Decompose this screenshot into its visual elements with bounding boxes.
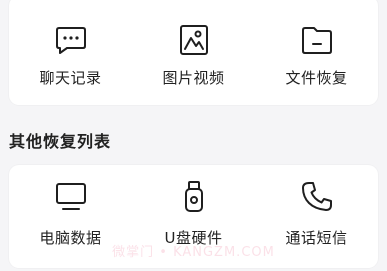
other-recovery-card: 电脑数据 U盘硬件 通话短信 (9, 165, 378, 268)
file-recovery-tile[interactable]: 文件恢复 (255, 0, 378, 105)
usb-drive-icon (184, 181, 203, 212)
file-recovery-label: 文件恢复 (285, 69, 348, 87)
recovery-page: 聊天记录 图片视频 文件恢复 其他恢复列表 电脑数据 U盘硬件 通话短信 微掌门… (0, 0, 387, 271)
computer-data-label: 电脑数据 (39, 229, 102, 247)
computer-data-tile[interactable]: 电脑数据 (9, 165, 132, 268)
chat-icon (55, 27, 86, 54)
chat-history-tile[interactable]: 聊天记录 (9, 0, 132, 105)
photo-video-tile[interactable]: 图片视频 (132, 0, 255, 105)
usb-drive-tile[interactable]: U盘硬件 (132, 165, 255, 268)
other-recovery-title: 其他恢复列表 (9, 132, 112, 151)
image-icon (179, 25, 208, 55)
chat-history-label: 聊天记录 (39, 69, 102, 87)
photo-video-label: 图片视频 (162, 69, 225, 87)
usb-drive-label: U盘硬件 (164, 229, 223, 247)
monitor-icon (55, 183, 86, 210)
calls-sms-label: 通话短信 (285, 229, 348, 247)
folder-icon (301, 27, 332, 54)
recovery-options-card: 聊天记录 图片视频 文件恢复 (9, 0, 378, 105)
calls-sms-tile[interactable]: 通话短信 (255, 165, 378, 268)
phone-icon (301, 182, 332, 211)
